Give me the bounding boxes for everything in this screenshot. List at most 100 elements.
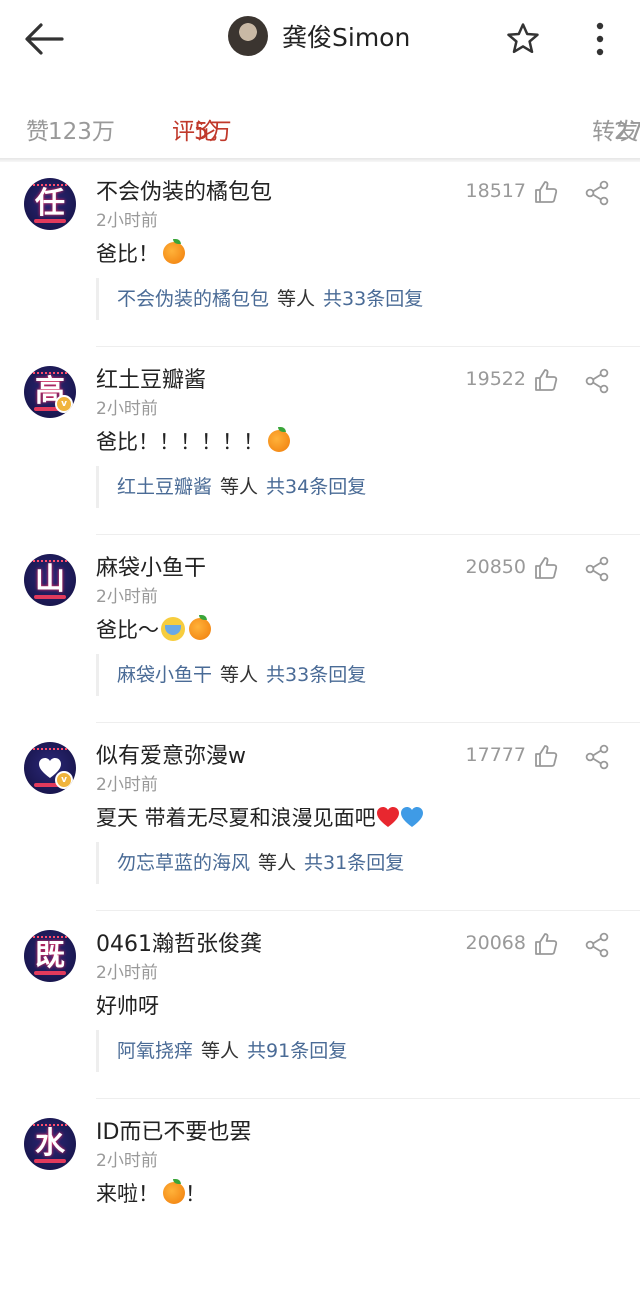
comment-item: 既 0461瀚哲张俊龚 2小时前 好帅呀 阿氧挠痒 等人 共91条回复 20068 [0, 922, 640, 1110]
orange-emoji-icon [163, 1179, 185, 1204]
share-icon[interactable] [584, 932, 610, 958]
avatar-decoration [34, 595, 66, 599]
comment-text: 来啦！ ！ [96, 1178, 206, 1208]
thumbs-up-icon[interactable] [534, 180, 558, 204]
commenter-name[interactable]: 麻袋小鱼干 [96, 550, 206, 582]
avatar[interactable] [228, 16, 268, 56]
commenter-name[interactable]: ID而已不要也罢 [96, 1114, 251, 1146]
thumbs-up-icon[interactable] [534, 368, 558, 392]
like-count: 17777 [465, 744, 526, 766]
commenter-name[interactable]: 0461瀚哲张俊龚 [96, 926, 262, 958]
reply-count[interactable]: 共91条回复 [247, 1040, 347, 1062]
username: 龚俊Simon [282, 23, 411, 52]
reply-summary[interactable]: 阿氧挠痒 等人 共91条回复 [96, 1030, 347, 1072]
separator [96, 1098, 640, 1099]
profile-header[interactable]: 龚俊Simon [228, 16, 410, 56]
reply-summary[interactable]: 不会伪装的橘包包 等人 共33条回复 [96, 278, 423, 320]
emoji-group [159, 615, 211, 642]
reply-author[interactable]: 麻袋小鱼干 [117, 664, 212, 686]
commenter-avatar[interactable]: v [24, 742, 76, 794]
tab-likes[interactable]: 赞 123万 [26, 106, 115, 145]
reply-summary[interactable]: 红土豆瓣酱 等人 共34条回复 [96, 466, 366, 508]
separator [96, 534, 640, 535]
avatar-decoration [30, 748, 70, 755]
commenter-name[interactable]: 红土豆瓣酱 [96, 362, 206, 394]
commenter-avatar[interactable]: 高 v [24, 366, 76, 418]
crying-face-emoji-icon [161, 617, 185, 641]
avatar-character: 水 [35, 1126, 65, 1161]
more-vertical-icon[interactable] [590, 20, 610, 58]
avatar-decoration [34, 219, 66, 223]
comment-text-suffix: ！ [185, 1182, 206, 1206]
reply-connector: 等人 [220, 664, 259, 686]
separator [96, 910, 640, 911]
tab-reposts[interactable]: 转发 27万 [592, 106, 640, 145]
comment-item: 山 麻袋小鱼干 2小时前 爸比～ 麻袋小鱼干 等人 共33条回复 20850 [0, 546, 640, 734]
share-icon[interactable] [584, 744, 610, 770]
blue-heart-emoji-icon [400, 807, 423, 827]
avatar-character: 既 [35, 938, 65, 973]
avatar-decoration [34, 1159, 66, 1163]
comment-time: 2小时前 [96, 963, 158, 983]
commenter-avatar[interactable]: 水 [24, 1118, 76, 1170]
orange-emoji-icon [189, 615, 211, 640]
emoji-group [159, 239, 185, 266]
commenter-avatar[interactable]: 山 [24, 554, 76, 606]
reply-count[interactable]: 共33条回复 [266, 664, 366, 686]
emoji-group [264, 427, 290, 454]
commenter-avatar[interactable]: 既 [24, 930, 76, 982]
reply-count[interactable]: 共34条回复 [266, 476, 366, 498]
share-icon[interactable] [584, 180, 610, 206]
comment-time: 2小时前 [96, 399, 158, 419]
reply-count[interactable]: 共31条回复 [304, 852, 404, 874]
comment-text-content: 好帅呀 [96, 994, 159, 1018]
comment-time: 2小时前 [96, 211, 158, 231]
commenter-name[interactable]: 似有爱意弥漫w [96, 738, 246, 770]
like-count: 20850 [465, 556, 526, 578]
like-count: 19522 [465, 368, 526, 390]
comment-time: 2小时前 [96, 1151, 158, 1171]
orange-emoji-icon [163, 239, 185, 264]
orange-emoji-icon [268, 427, 290, 452]
reply-author[interactable]: 红土豆瓣酱 [117, 476, 212, 498]
avatar-character: 山 [35, 562, 65, 597]
reply-count[interactable]: 共33条回复 [323, 288, 423, 310]
commenter-avatar[interactable]: 任 [24, 178, 76, 230]
share-icon[interactable] [584, 556, 610, 582]
star-icon[interactable] [506, 22, 540, 56]
verified-badge-icon: v [55, 395, 73, 413]
comment-text-content: 来啦！ [96, 1182, 159, 1206]
reply-connector: 等人 [258, 852, 297, 874]
comment-item: 任 不会伪装的橘包包 2小时前 爸比！ 不会伪装的橘包包 等人 共33条回复 185… [0, 170, 640, 358]
commenter-name[interactable]: 不会伪装的橘包包 [96, 174, 272, 206]
comment-time: 2小时前 [96, 775, 158, 795]
reply-author[interactable]: 不会伪装的橘包包 [117, 288, 269, 310]
verified-badge-icon: v [55, 771, 73, 789]
like-count: 18517 [465, 180, 526, 202]
comment-item: 水 ID而已不要也罢 2小时前 来啦！ ！ [0, 1110, 640, 1298]
comment-time: 2小时前 [96, 587, 158, 607]
avatar-character: 任 [35, 186, 65, 221]
reply-summary[interactable]: 勿忘草蓝的海风 等人 共31条回复 [96, 842, 404, 884]
thumbs-up-icon[interactable] [534, 556, 558, 580]
thumbs-up-icon[interactable] [534, 932, 558, 956]
comment-text-content: 爸比！！！！！！ [96, 430, 264, 454]
tab-comments[interactable]: 评论 5万 [172, 106, 232, 145]
emoji-group [376, 806, 424, 830]
thumbs-up-icon[interactable] [534, 744, 558, 768]
comment-item: 高 v 红土豆瓣酱 2小时前 爸比！！！！！！ 红土豆瓣酱 等人 共34条回复 19… [0, 358, 640, 546]
red-heart-emoji-icon [376, 807, 399, 827]
reply-author[interactable]: 勿忘草蓝的海风 [117, 852, 250, 874]
comment-item: v 似有爱意弥漫w 2小时前 夏天 带着无尽夏和浪漫见面吧 勿忘草蓝的海风 等人共… [0, 734, 640, 922]
share-icon[interactable] [584, 368, 610, 394]
reply-summary[interactable]: 麻袋小鱼干 等人 共33条回复 [96, 654, 366, 696]
reply-connector: 等人 [220, 476, 259, 498]
emoji-group: ！ [159, 1179, 206, 1206]
reply-author[interactable]: 阿氧挠痒 [117, 1040, 193, 1062]
comment-text-content: 夏天 带着无尽夏和浪漫见面吧 [96, 806, 376, 830]
comment-text: 爸比～ [96, 614, 211, 644]
reply-connector: 等人 [201, 1040, 240, 1062]
back-arrow-icon[interactable] [24, 22, 64, 56]
comment-text-content: 爸比～ [96, 618, 159, 642]
comment-text-content: 爸比！ [96, 242, 159, 266]
